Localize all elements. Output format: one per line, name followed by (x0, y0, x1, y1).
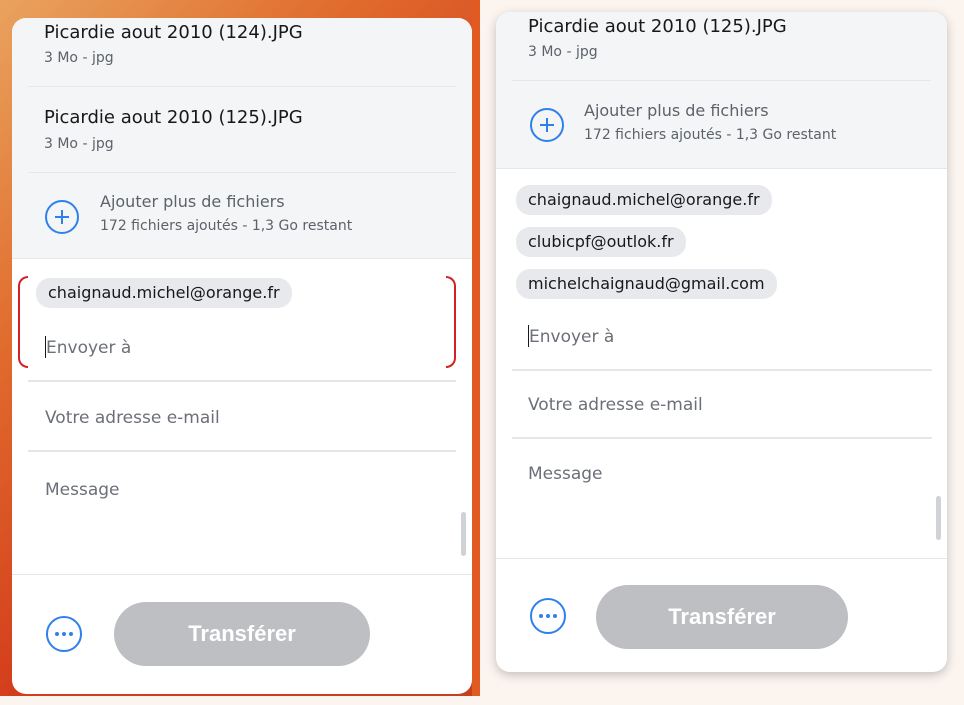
file-list: Picardie aout 2010 (124).JPG 3 Mo - jpg … (12, 18, 472, 258)
email-field[interactable] (45, 406, 445, 430)
message-field[interactable] (528, 462, 928, 486)
add-more-title: Ajouter plus de fichiers (100, 192, 285, 211)
add-more-subtitle: 172 fichiers ajoutés - 1,3 Go restant (584, 127, 837, 143)
file-meta: 3 Mo - jpg (528, 44, 598, 60)
field-divider (28, 380, 456, 382)
send-to-input[interactable] (46, 336, 426, 360)
file-item[interactable]: Picardie aout 2010 (125).JPG 3 Mo - jpg (28, 86, 456, 173)
file-item[interactable]: Picardie aout 2010 (125).JPG 3 Mo - jpg (512, 12, 931, 81)
highlight-bracket-left (18, 276, 28, 368)
section-divider (12, 258, 472, 259)
scrollbar-thumb[interactable] (461, 512, 466, 556)
transfer-panel-right: Picardie aout 2010 (125).JPG 3 Mo - jpg … (496, 12, 947, 672)
file-meta: 3 Mo - jpg (44, 136, 114, 152)
plus-circle-icon[interactable] (45, 200, 79, 234)
file-meta: 3 Mo - jpg (44, 50, 114, 66)
section-divider (496, 168, 947, 169)
recipient-chip[interactable]: michelchaignaud@gmail.com (516, 269, 777, 299)
file-name: Picardie aout 2010 (125).JPG (44, 107, 303, 128)
file-name: Picardie aout 2010 (125).JPG (528, 16, 787, 37)
recipient-chip[interactable]: chaignaud.michel@orange.fr (516, 185, 772, 215)
plus-circle-icon[interactable] (530, 108, 564, 142)
file-list: Picardie aout 2010 (125).JPG 3 Mo - jpg … (496, 12, 947, 168)
recipient-chip[interactable]: clubicpf@outlok.fr (516, 227, 686, 257)
file-item[interactable]: Picardie aout 2010 (124).JPG 3 Mo - jpg (28, 18, 456, 87)
transfer-button[interactable]: Transférer (596, 585, 848, 649)
highlight-bracket-right (446, 276, 456, 368)
more-options-icon[interactable] (530, 598, 566, 634)
transfer-button[interactable]: Transférer (114, 602, 370, 666)
field-divider (512, 369, 932, 371)
scrollbar-thumb[interactable] (936, 496, 941, 540)
add-more-files[interactable]: Ajouter plus de fichiers 172 fichiers aj… (496, 80, 947, 168)
file-name: Picardie aout 2010 (124).JPG (44, 22, 303, 43)
add-more-title: Ajouter plus de fichiers (584, 101, 769, 120)
field-divider (512, 437, 932, 439)
add-more-subtitle: 172 fichiers ajoutés - 1,3 Go restant (100, 218, 353, 234)
field-divider (28, 450, 456, 452)
recipient-chip[interactable]: chaignaud.michel@orange.fr (36, 278, 292, 308)
send-to-input[interactable] (529, 325, 909, 349)
transfer-panel-left: Picardie aout 2010 (124).JPG 3 Mo - jpg … (12, 18, 472, 694)
footer-divider (12, 574, 472, 575)
more-options-icon[interactable] (46, 616, 82, 652)
message-field[interactable] (45, 478, 445, 502)
email-field[interactable] (528, 393, 928, 417)
add-more-files[interactable]: Ajouter plus de fichiers 172 fichiers aj… (12, 172, 472, 258)
footer-divider (496, 558, 947, 559)
